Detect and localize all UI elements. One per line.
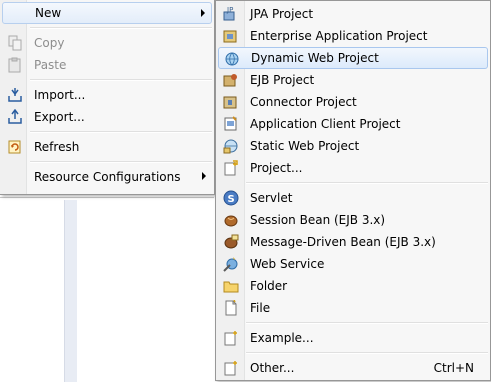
submenu-arrow-icon bbox=[202, 172, 206, 180]
menu-item-label: Servlet bbox=[250, 191, 293, 205]
submenu-arrow-icon bbox=[201, 9, 205, 17]
menu-item-import[interactable]: Import... bbox=[2, 84, 212, 106]
menu-item-label: Application Client Project bbox=[250, 117, 401, 131]
submenu-item-dynamic-web-project[interactable]: Dynamic Web Project bbox=[218, 47, 488, 69]
menu-item-label: Resource Configurations bbox=[34, 170, 181, 184]
menu-item-label: Folder bbox=[250, 279, 288, 293]
import-icon bbox=[7, 87, 23, 103]
menu-item-label: Import... bbox=[34, 88, 86, 102]
submenu-item-web-service[interactable]: Web Service bbox=[218, 253, 488, 275]
menu-separator bbox=[246, 322, 488, 324]
menu-item-label: Enterprise Application Project bbox=[250, 29, 428, 43]
svg-text:JP: JP bbox=[226, 6, 233, 14]
submenu-item-enterprise-application-project[interactable]: Enterprise Application Project bbox=[218, 25, 488, 47]
menu-item-label: Example... bbox=[250, 331, 314, 345]
menu-item-label: Static Web Project bbox=[250, 139, 360, 153]
jpa-project-icon: JP bbox=[223, 6, 239, 22]
editor-ruler bbox=[64, 200, 77, 382]
menu-item-resource-configurations[interactable]: Resource Configurations bbox=[2, 166, 212, 188]
menu-item-label: Paste bbox=[34, 58, 67, 72]
message-bean-icon bbox=[223, 234, 239, 250]
submenu-item-static-web-project[interactable]: Static Web Project bbox=[218, 135, 488, 157]
submenu-item-example[interactable]: Example... bbox=[218, 327, 488, 349]
context-menu: New Copy Paste Import... Export... Refre… bbox=[0, 0, 215, 195]
menu-separator bbox=[30, 79, 212, 81]
app-client-project-icon bbox=[223, 116, 239, 132]
menu-item-label: EJB Project bbox=[250, 73, 315, 87]
session-bean-icon bbox=[223, 212, 239, 228]
example-icon bbox=[223, 330, 239, 346]
keyboard-shortcut: Ctrl+N bbox=[433, 361, 474, 375]
svg-text:S: S bbox=[228, 194, 235, 205]
menu-item-export[interactable]: Export... bbox=[2, 106, 212, 128]
submenu-item-project[interactable]: Project... bbox=[218, 157, 488, 179]
submenu-item-other[interactable]: Other... Ctrl+N bbox=[218, 357, 488, 379]
menu-item-label: Export... bbox=[34, 110, 85, 124]
submenu-item-application-client-project[interactable]: Application Client Project bbox=[218, 113, 488, 135]
menu-item-refresh[interactable]: Refresh bbox=[2, 136, 212, 158]
new-submenu: JP JPA Project Enterprise Application Pr… bbox=[215, 0, 491, 381]
other-icon bbox=[223, 360, 239, 376]
ejb-project-icon bbox=[223, 72, 239, 88]
refresh-icon bbox=[7, 139, 23, 155]
dynamic-web-project-icon bbox=[224, 51, 240, 67]
submenu-item-ejb-project[interactable]: EJB Project bbox=[218, 69, 488, 91]
enterprise-project-icon bbox=[223, 28, 239, 44]
menu-item-paste[interactable]: Paste bbox=[2, 54, 212, 76]
servlet-icon: S bbox=[223, 190, 239, 206]
menu-item-label: JPA Project bbox=[250, 7, 314, 21]
menu-separator bbox=[246, 352, 488, 354]
menu-item-label: New bbox=[35, 6, 62, 20]
menu-separator bbox=[30, 131, 212, 133]
menu-separator bbox=[246, 182, 488, 184]
connector-project-icon bbox=[223, 94, 239, 110]
menu-item-label: Other... bbox=[250, 361, 295, 375]
submenu-item-message-driven-bean[interactable]: Message-Driven Bean (EJB 3.x) bbox=[218, 231, 488, 253]
paste-icon bbox=[7, 57, 23, 73]
menu-separator bbox=[30, 161, 212, 163]
project-icon bbox=[223, 160, 239, 176]
menu-item-label: Copy bbox=[34, 36, 65, 50]
menu-item-label: Message-Driven Bean (EJB 3.x) bbox=[250, 235, 436, 249]
menu-item-label: Dynamic Web Project bbox=[251, 51, 379, 65]
submenu-item-folder[interactable]: Folder bbox=[218, 275, 488, 297]
submenu-item-file[interactable]: File bbox=[218, 297, 488, 319]
menu-item-label: Session Bean (EJB 3.x) bbox=[250, 213, 386, 227]
menu-item-label: File bbox=[250, 301, 271, 315]
menu-item-new[interactable]: New bbox=[2, 2, 212, 24]
menu-item-label: Web Service bbox=[250, 257, 325, 271]
submenu-item-session-bean[interactable]: Session Bean (EJB 3.x) bbox=[218, 209, 488, 231]
export-icon bbox=[7, 108, 23, 125]
copy-icon bbox=[7, 35, 23, 51]
file-icon bbox=[223, 299, 239, 316]
menu-separator bbox=[30, 27, 212, 29]
submenu-item-servlet[interactable]: S Servlet bbox=[218, 187, 488, 209]
submenu-item-jpa-project[interactable]: JP JPA Project bbox=[218, 3, 488, 25]
folder-icon bbox=[223, 278, 239, 294]
menu-item-label: Refresh bbox=[34, 140, 80, 154]
menu-item-label: Project... bbox=[250, 161, 303, 175]
editor-divider bbox=[0, 197, 214, 198]
menu-item-copy[interactable]: Copy bbox=[2, 32, 212, 54]
web-service-icon bbox=[223, 256, 239, 272]
submenu-item-connector-project[interactable]: Connector Project bbox=[218, 91, 488, 113]
static-web-project-icon bbox=[223, 138, 239, 154]
menu-item-label: Connector Project bbox=[250, 95, 357, 109]
